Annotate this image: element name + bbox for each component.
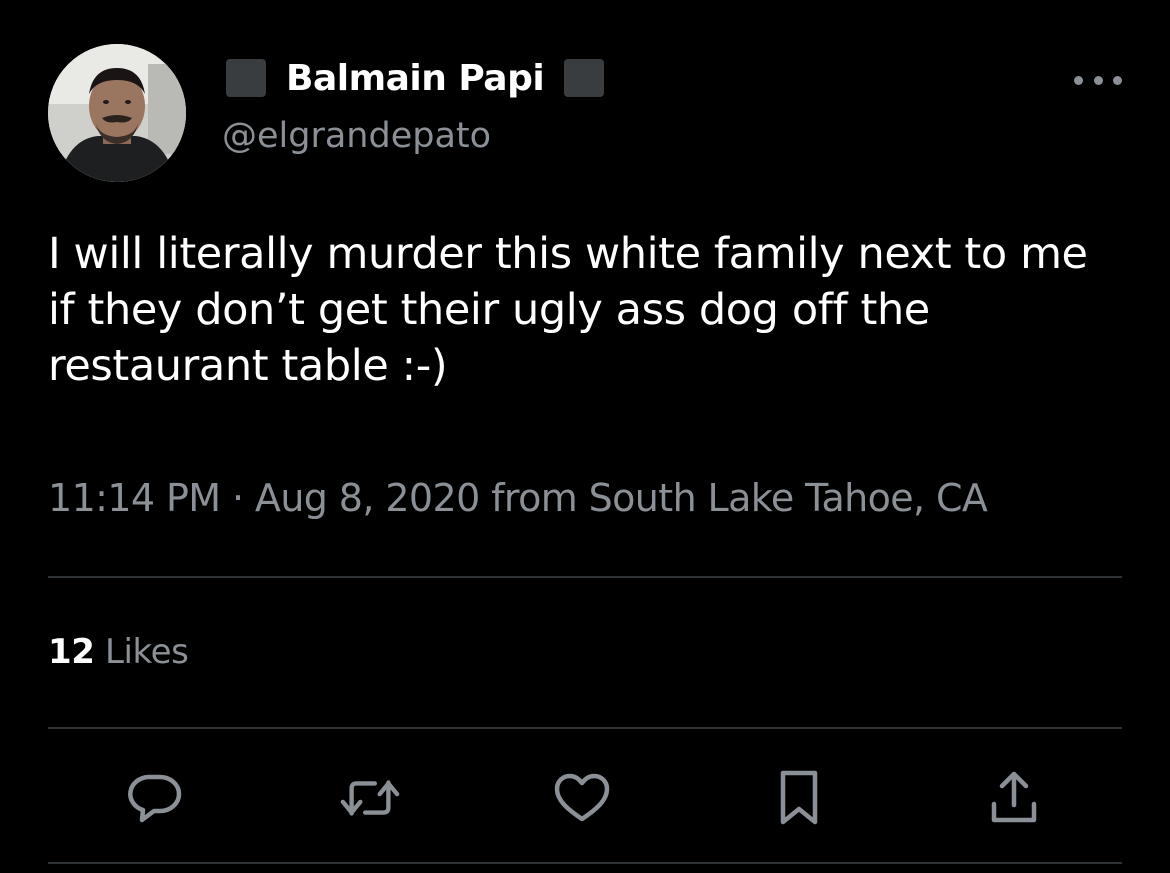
divider bbox=[48, 862, 1122, 864]
tweet-timestamp[interactable]: 11:14 PM · Aug 8, 2020 from South Lake T… bbox=[48, 476, 988, 520]
more-options-icon[interactable] bbox=[1074, 66, 1122, 94]
emoji-square-icon bbox=[226, 59, 266, 97]
reply-icon bbox=[128, 774, 182, 823]
author-name-row: Balmain Papi bbox=[226, 56, 605, 100]
divider bbox=[48, 576, 1122, 578]
divider bbox=[48, 727, 1122, 729]
avatar[interactable] bbox=[48, 44, 186, 182]
share-icon bbox=[991, 771, 1037, 823]
more-dot bbox=[1113, 75, 1122, 85]
bookmark-button[interactable] bbox=[769, 770, 829, 826]
reply-button[interactable] bbox=[124, 770, 184, 826]
likes-count: 12 bbox=[48, 632, 95, 672]
tweet-text-line: I will literally murder this white famil… bbox=[48, 229, 1088, 279]
likes-summary[interactable]: 12 Likes bbox=[48, 632, 189, 672]
action-bar bbox=[0, 770, 1170, 826]
retweet-button[interactable] bbox=[340, 770, 400, 826]
heart-icon bbox=[554, 773, 610, 822]
retweet-icon bbox=[340, 780, 400, 816]
emoji-square-icon bbox=[564, 59, 605, 97]
tweet-text: I will literally murder this white famil… bbox=[48, 226, 1128, 394]
share-button[interactable] bbox=[984, 770, 1044, 826]
likes-label: Likes bbox=[104, 632, 189, 672]
more-dot bbox=[1093, 75, 1103, 85]
author-display-name[interactable]: Balmain Papi bbox=[286, 58, 545, 99]
author-handle[interactable]: @elgrandepato bbox=[222, 116, 491, 156]
tweet-text-line: restaurant table :-) bbox=[48, 341, 448, 391]
tweet-text-line: if they don’t get their ugly ass dog off… bbox=[48, 285, 930, 335]
more-dot bbox=[1074, 75, 1083, 85]
bookmark-icon bbox=[780, 770, 818, 825]
avatar-photo bbox=[48, 44, 186, 182]
like-button[interactable] bbox=[552, 770, 612, 826]
